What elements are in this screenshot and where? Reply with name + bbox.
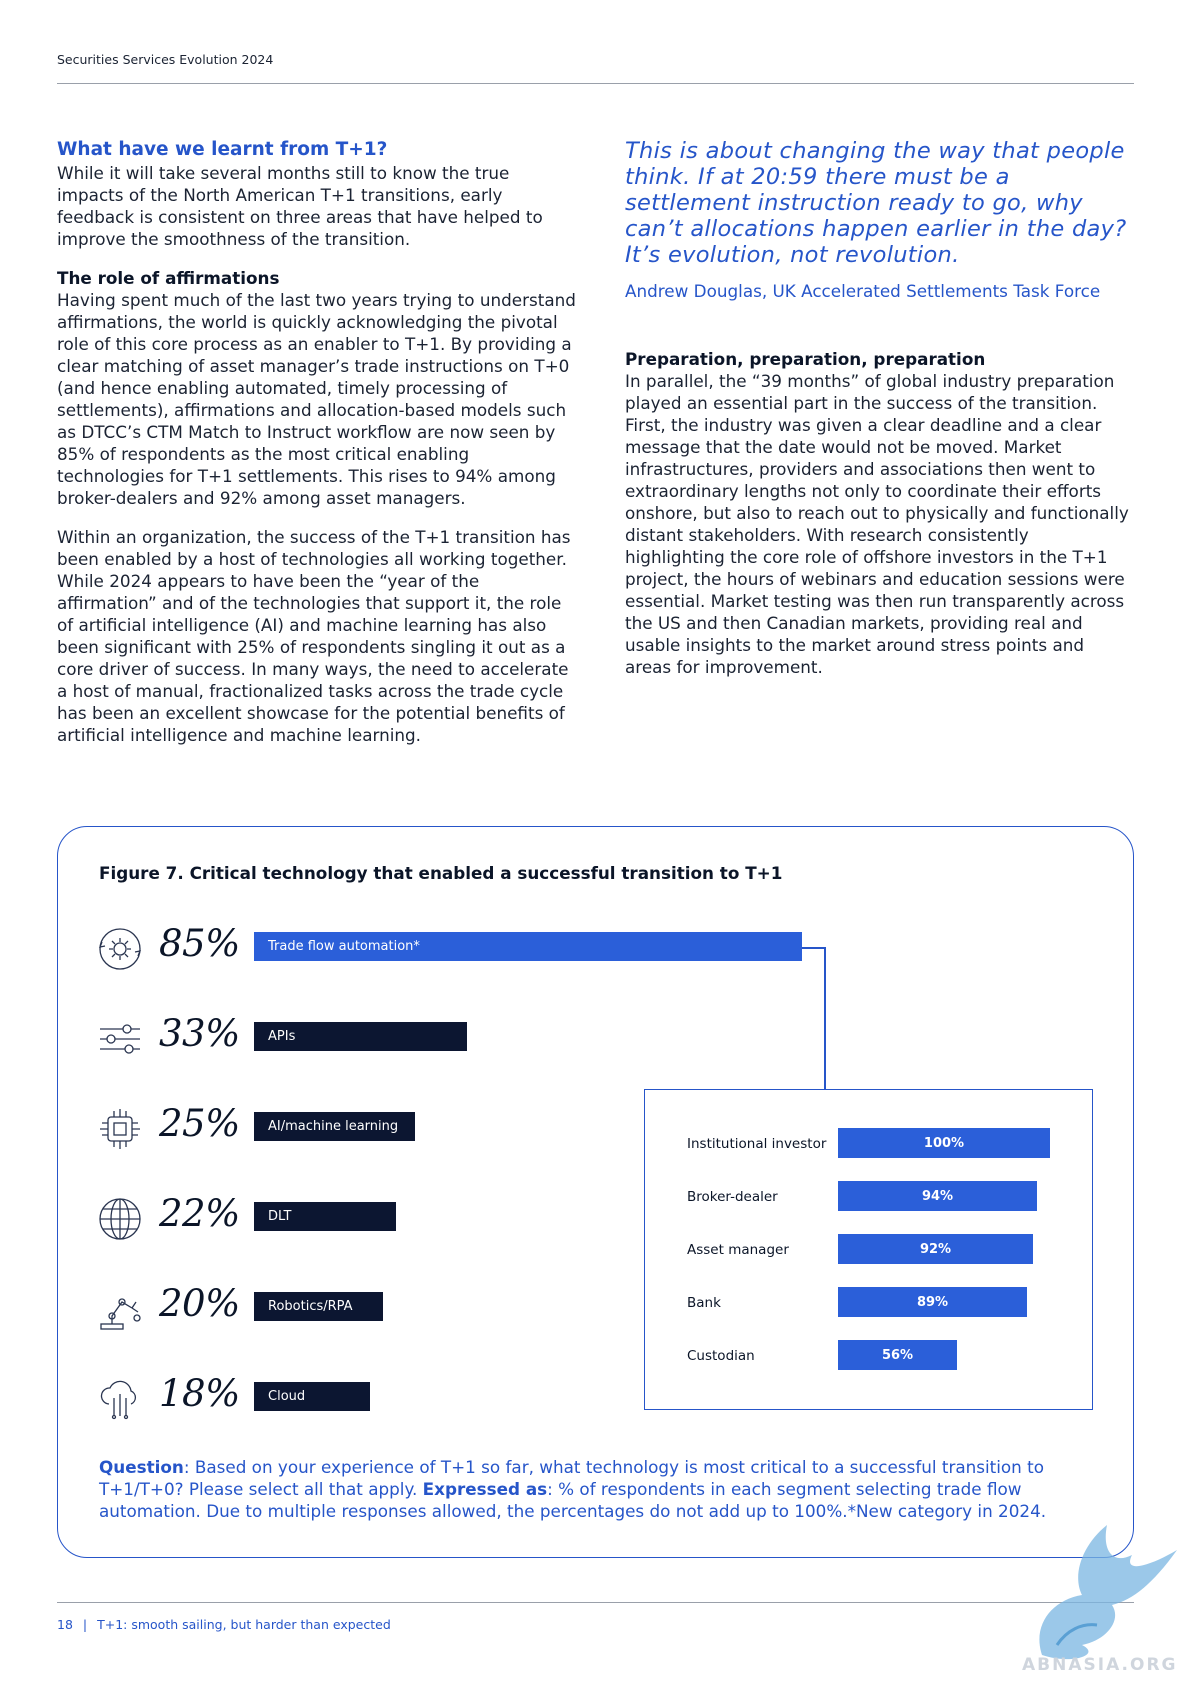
segment-label: Bank	[687, 1295, 721, 1311]
watermark-text: ABNASIA.ORG	[1022, 1655, 1178, 1675]
bar: Cloud	[254, 1382, 370, 1411]
figure-title: Figure 7. Critical technology that enabl…	[99, 863, 783, 883]
segment-label: Broker-dealer	[687, 1189, 778, 1205]
robot-arm-icon	[97, 1286, 143, 1332]
affirmations-heading: The role of affirmations	[57, 268, 280, 288]
bar: Robotics/RPA	[254, 1292, 383, 1321]
bar: AI/machine learning	[254, 1112, 415, 1141]
footer-separator: |	[82, 1617, 88, 1632]
right-column: This is about changing the way that peop…	[625, 138, 1130, 695]
intro-paragraph: While it will take several months still …	[57, 163, 543, 249]
segment-label: Asset manager	[687, 1242, 789, 1258]
page-number: 18	[57, 1617, 73, 1632]
bar-category-label: DLT	[268, 1209, 292, 1224]
quote-attribution: Andrew Douglas, UK Accelerated Settlemen…	[625, 281, 1101, 301]
segment-bar: 100%	[838, 1128, 1050, 1158]
running-header: Securities Services Evolution 2024	[57, 52, 274, 67]
section-heading: What have we learnt from T+1?	[57, 139, 388, 160]
bar-category-label: Trade flow automation*	[268, 939, 420, 954]
bar-value-label: 20%	[159, 1282, 240, 1325]
segment-row: Bank 89%	[645, 1287, 1092, 1317]
bar: Trade flow automation*	[254, 932, 802, 961]
preparation-heading: Preparation, preparation, preparation	[625, 349, 986, 369]
footer-section-title: T+1: smooth sailing, but harder than exp…	[97, 1617, 391, 1632]
segment-row: Custodian 56%	[645, 1340, 1092, 1370]
segment-label: Custodian	[687, 1348, 755, 1364]
bar-value-label: 22%	[159, 1192, 240, 1235]
segment-row: Asset manager 92%	[645, 1234, 1092, 1264]
bar-category-label: Cloud	[268, 1389, 306, 1404]
pull-quote: This is about changing the way that peop…	[625, 138, 1127, 268]
segment-bar: 92%	[838, 1234, 1033, 1264]
bar-category-label: AI/machine learning	[268, 1119, 399, 1134]
segment-value-label: 92%	[919, 1242, 952, 1257]
segment-value-label: 56%	[881, 1348, 914, 1363]
bar: DLT	[254, 1202, 396, 1231]
connector-line	[824, 947, 826, 1089]
segment-bar: 89%	[838, 1287, 1027, 1317]
affirmations-paragraph: Having spent much of the last two years …	[57, 290, 576, 508]
expressed-label: Expressed as	[422, 1479, 548, 1499]
sliders-icon	[97, 1016, 143, 1062]
segment-value-label: 94%	[921, 1189, 954, 1204]
gear-cycle-icon	[97, 926, 143, 972]
segment-row: Broker-dealer 94%	[645, 1181, 1092, 1211]
preparation-paragraph: In parallel, the “39 months” of global i…	[625, 371, 1129, 677]
left-column: What have we learnt from T+1? While it w…	[57, 138, 577, 763]
organization-paragraph: Within an organization, the success of t…	[57, 527, 571, 745]
bar-category-label: APIs	[268, 1029, 296, 1044]
segment-value-label: 89%	[916, 1295, 949, 1310]
bar-category-label: Robotics/RPA	[268, 1299, 353, 1314]
cloud-icon	[97, 1376, 143, 1422]
page-footer: 18 | T+1: smooth sailing, but harder tha…	[57, 1617, 391, 1632]
figure-note: Question: Based on your experience of T+…	[99, 1456, 1089, 1522]
segment-row: Institutional investor 100%	[645, 1128, 1092, 1158]
bar-value-label: 25%	[159, 1102, 240, 1145]
globe-icon	[97, 1196, 143, 1242]
segment-bar: 56%	[838, 1340, 957, 1370]
footer-divider	[57, 1602, 1134, 1603]
bar: APIs	[254, 1022, 467, 1051]
segment-label: Institutional investor	[687, 1136, 827, 1152]
bar-value-label: 33%	[159, 1012, 240, 1055]
segment-bar: 94%	[838, 1181, 1037, 1211]
question-label: Question	[99, 1457, 184, 1477]
connector-line	[802, 947, 826, 949]
bar-value-label: 85%	[159, 922, 240, 965]
segment-breakdown-chart: Institutional investor 100% Broker-dealer 9…	[644, 1089, 1093, 1410]
chip-icon	[97, 1106, 143, 1152]
watermark-bird-icon	[1039, 1525, 1177, 1660]
bar-value-label: 18%	[159, 1372, 240, 1415]
header-divider	[57, 83, 1134, 84]
segment-value-label: 100%	[923, 1136, 965, 1151]
